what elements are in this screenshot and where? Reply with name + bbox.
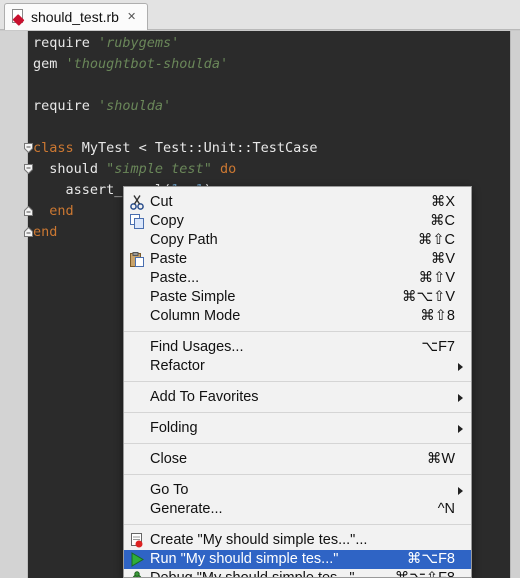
ruby-file-icon	[11, 9, 25, 27]
close-tab-icon[interactable]: ✕	[127, 11, 136, 23]
scissors-icon	[129, 195, 145, 210]
copy-icon	[129, 214, 145, 229]
submenu-arrow-icon	[458, 363, 463, 371]
fold-start-icon[interactable]	[24, 143, 33, 153]
menu-item-copy[interactable]: Copy ⌘C	[124, 212, 471, 231]
menu-separator	[124, 331, 471, 332]
menu-separator	[124, 381, 471, 382]
code-line: should "simple test" do	[33, 161, 237, 177]
tab-title: should_test.rb	[31, 9, 119, 25]
menu-item-run[interactable]: Run "My should simple tes..." ⌘⌥F8	[124, 550, 471, 569]
menu-item-close[interactable]: Close ⌘W	[124, 450, 471, 469]
code-line: require 'rubygems'	[33, 35, 180, 51]
submenu-arrow-icon	[458, 394, 463, 402]
menu-separator	[124, 443, 471, 444]
menu-item-debug[interactable]: Debug "My should simple tes..." ⌘⌥⇧F8	[124, 569, 471, 577]
code-line: require 'shoulda'	[33, 98, 172, 114]
menu-separator	[124, 412, 471, 413]
menu-item-go-to[interactable]: Go To	[124, 481, 471, 500]
code-line: gem 'thoughtbot-shoulda'	[33, 56, 229, 72]
menu-item-refactor[interactable]: Refactor	[124, 357, 471, 376]
editor-gutter	[0, 31, 28, 578]
error-stripe	[510, 31, 520, 578]
menu-item-cut[interactable]: Cut ⌘X	[124, 193, 471, 212]
menu-item-folding[interactable]: Folding	[124, 419, 471, 438]
code-line: end	[33, 203, 74, 219]
code-line: class MyTest < Test::Unit::TestCase	[33, 140, 318, 156]
menu-item-column-mode[interactable]: Column Mode ⌘⇧8	[124, 307, 471, 326]
editor-tab-bar: should_test.rb ✕	[0, 0, 520, 30]
menu-item-paste-simple[interactable]: Paste Simple ⌘⌥⇧V	[124, 288, 471, 307]
fold-end-icon[interactable]	[24, 206, 33, 216]
paste-icon	[129, 252, 145, 267]
menu-item-create-configuration[interactable]: Create "My should simple tes..."...	[124, 531, 471, 550]
fold-end-icon[interactable]	[24, 227, 33, 237]
menu-separator	[124, 524, 471, 525]
menu-item-copy-path[interactable]: Copy Path ⌘⇧C	[124, 231, 471, 250]
menu-item-paste[interactable]: Paste ⌘V	[124, 250, 471, 269]
menu-item-find-usages[interactable]: Find Usages... ⌥F7	[124, 338, 471, 357]
fold-start-icon[interactable]	[24, 164, 33, 174]
menu-item-paste-from-history[interactable]: Paste... ⌘⇧V	[124, 269, 471, 288]
run-icon	[129, 552, 145, 567]
menu-item-add-to-favorites[interactable]: Add To Favorites	[124, 388, 471, 407]
submenu-arrow-icon	[458, 425, 463, 433]
file-tab[interactable]: should_test.rb ✕	[4, 3, 148, 30]
code-line: end	[33, 224, 58, 240]
create-config-icon	[129, 533, 145, 548]
debug-icon	[129, 571, 145, 577]
menu-separator	[124, 474, 471, 475]
menu-item-generate[interactable]: Generate... ^N	[124, 500, 471, 519]
editor-context-menu: Cut ⌘X Copy ⌘C Copy Path ⌘⇧C Paste ⌘V Pa…	[123, 186, 472, 578]
submenu-arrow-icon	[458, 487, 463, 495]
